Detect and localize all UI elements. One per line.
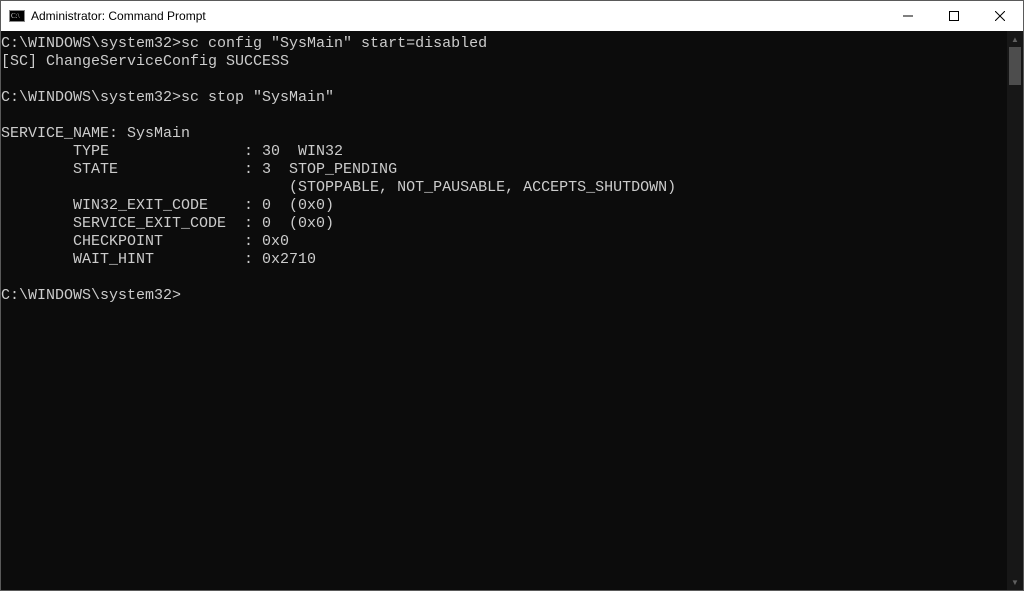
scroll-up-arrow-icon[interactable]: ▲	[1007, 31, 1023, 47]
output-line: SERVICE_NAME: SysMain	[1, 125, 190, 142]
window-title: Administrator: Command Prompt	[31, 9, 885, 23]
command-text: sc stop "SysMain"	[181, 89, 334, 106]
close-button[interactable]	[977, 1, 1023, 31]
console-area: C:\WINDOWS\system32>sc config "SysMain" …	[1, 31, 1023, 590]
minimize-button[interactable]	[885, 1, 931, 31]
output-line: SERVICE_EXIT_CODE : 0 (0x0)	[1, 215, 334, 232]
window-controls	[885, 1, 1023, 31]
output-line: (STOPPABLE, NOT_PAUSABLE, ACCEPTS_SHUTDO…	[1, 179, 676, 196]
output-line: STATE : 3 STOP_PENDING	[1, 161, 397, 178]
minimize-icon	[903, 11, 913, 21]
output-line: CHECKPOINT : 0x0	[1, 233, 289, 250]
output-line: TYPE : 30 WIN32	[1, 143, 343, 160]
maximize-icon	[949, 11, 959, 21]
prompt: C:\WINDOWS\system32>	[1, 35, 181, 52]
scrollbar-thumb[interactable]	[1009, 47, 1021, 85]
command-text: sc config "SysMain" start=disabled	[181, 35, 487, 52]
scroll-down-arrow-icon[interactable]: ▼	[1007, 574, 1023, 590]
cmd-icon: C:\	[9, 8, 25, 24]
console-output[interactable]: C:\WINDOWS\system32>sc config "SysMain" …	[1, 31, 1007, 590]
output-line: [SC] ChangeServiceConfig SUCCESS	[1, 53, 289, 70]
prompt: C:\WINDOWS\system32>	[1, 89, 181, 106]
prompt: C:\WINDOWS\system32>	[1, 287, 181, 304]
vertical-scrollbar[interactable]: ▲ ▼	[1007, 31, 1023, 590]
titlebar[interactable]: C:\ Administrator: Command Prompt	[1, 1, 1023, 31]
svg-text:C:\: C:\	[11, 12, 20, 20]
maximize-button[interactable]	[931, 1, 977, 31]
output-line: WAIT_HINT : 0x2710	[1, 251, 316, 268]
output-line: WIN32_EXIT_CODE : 0 (0x0)	[1, 197, 334, 214]
close-icon	[995, 11, 1005, 21]
cmd-window: C:\ Administrator: Command Prompt	[0, 0, 1024, 591]
